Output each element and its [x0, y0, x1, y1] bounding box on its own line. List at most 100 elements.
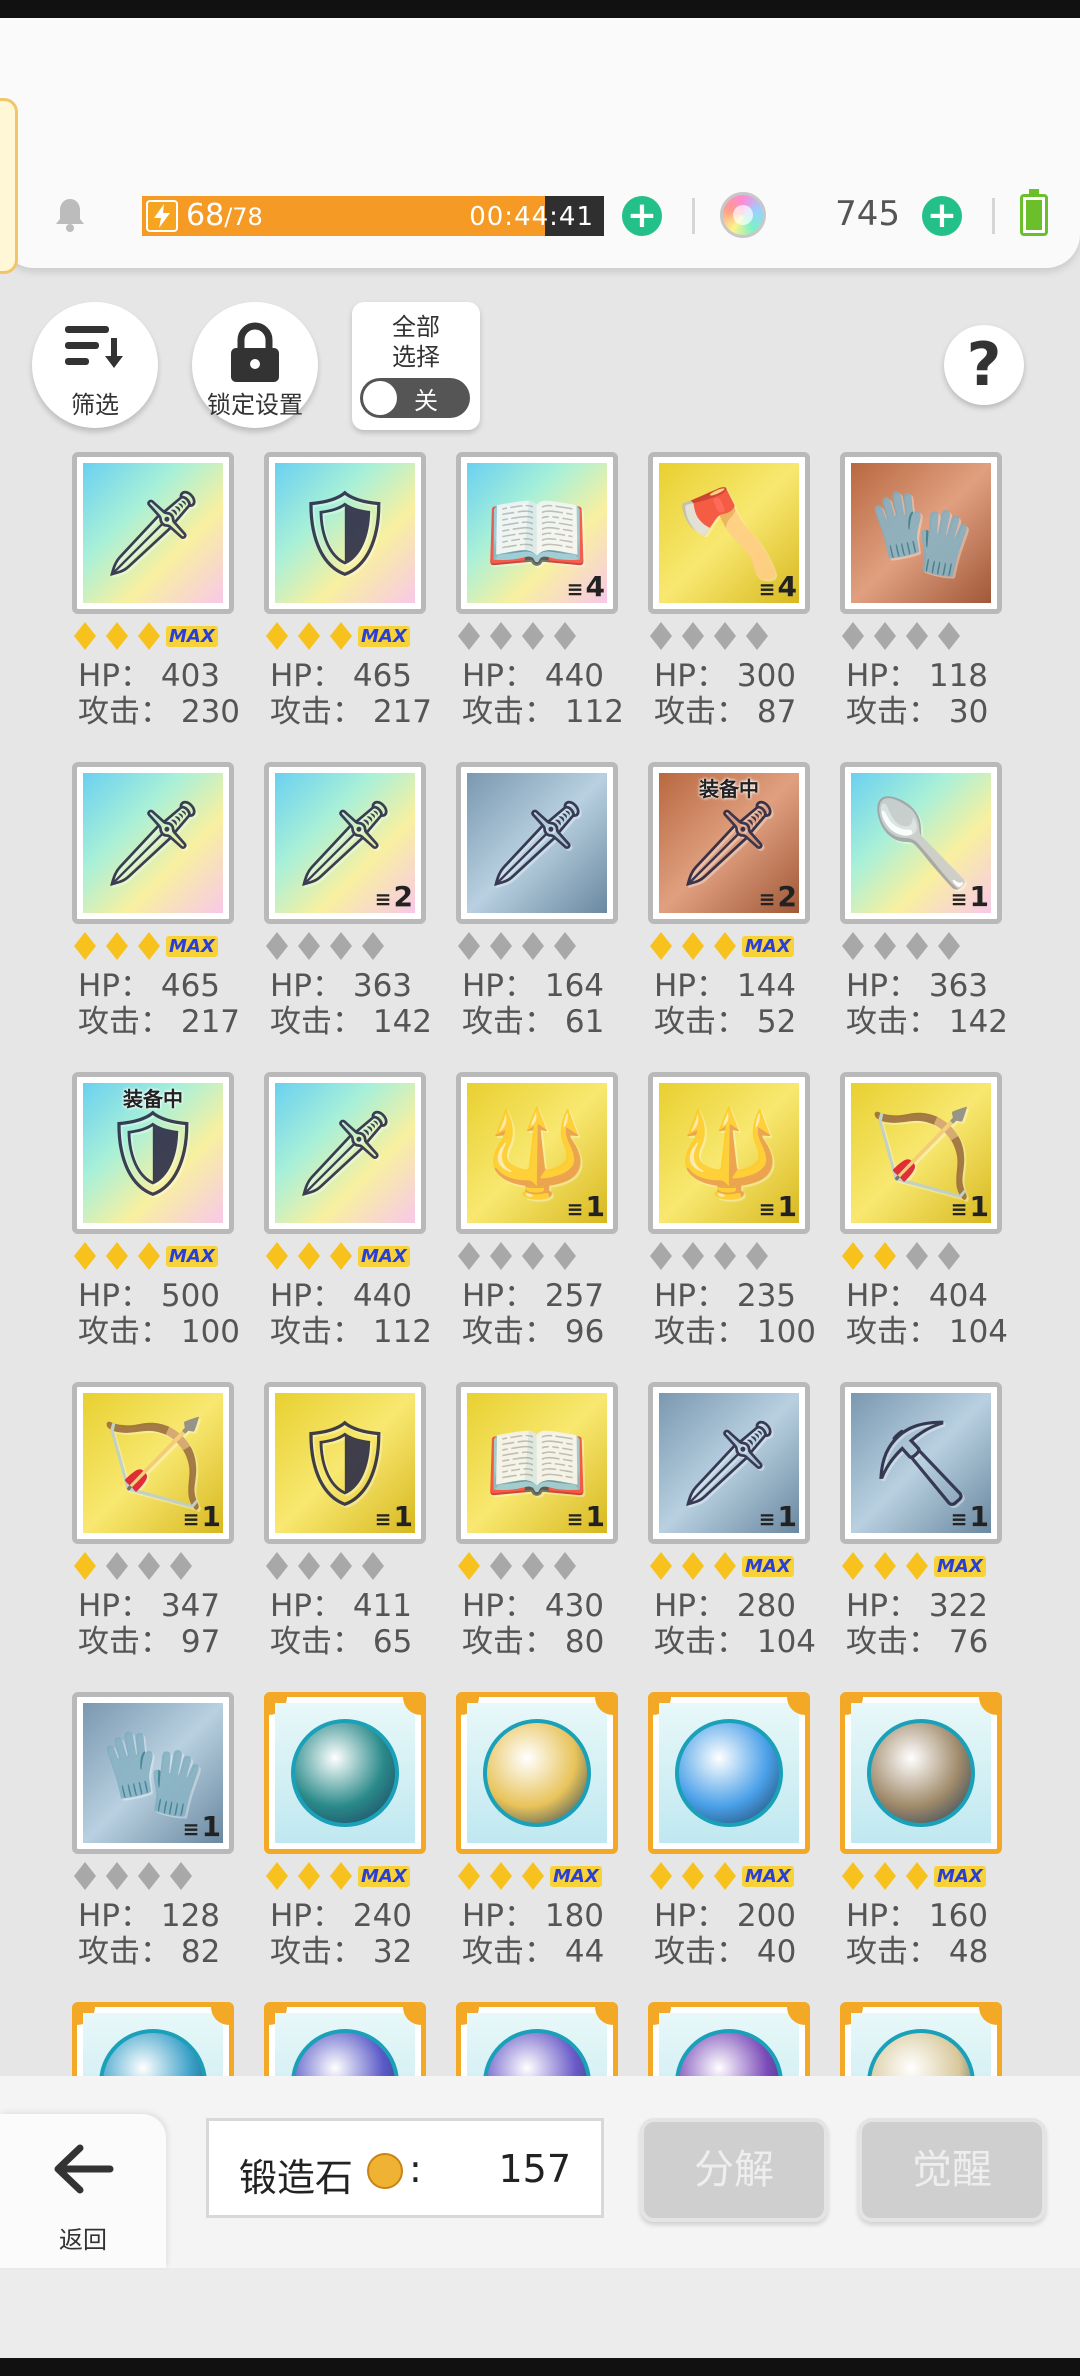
item-card[interactable] [264, 2002, 426, 2076]
item-card[interactable]: 🛡 ≡1 [264, 1382, 426, 1544]
star-icon [906, 932, 928, 960]
star-icon [746, 1242, 768, 1270]
item-attack: 攻击： 142 [846, 1004, 1009, 1040]
item-attack: 攻击： 87 [654, 694, 797, 730]
item-icon: 🗡 [483, 794, 591, 892]
item-card[interactable] [72, 2002, 234, 2076]
item-attack: 攻击： 230 [78, 694, 241, 730]
star-icon [906, 1242, 928, 1270]
item-card[interactable] [840, 2002, 1002, 2076]
item-card[interactable]: 📖 ≡4 [456, 452, 618, 614]
item-card[interactable] [264, 1692, 426, 1854]
item-card[interactable]: 🔱 ≡1 [648, 1072, 810, 1234]
item-icon: 🗡 [291, 1104, 399, 1202]
stack-icon: ≡ [950, 1507, 968, 1531]
stack-icon: ≡ [182, 1817, 200, 1841]
item-card[interactable]: 🥄 ≡1 [840, 762, 1002, 924]
item-card[interactable] [456, 2002, 618, 2076]
star-rating [266, 930, 394, 962]
bottom-strip [0, 2268, 1080, 2358]
item-card[interactable]: 🛡 [264, 452, 426, 614]
star-icon [458, 1862, 480, 1890]
item-card[interactable]: 🔱 ≡1 [456, 1072, 618, 1234]
star-icon [682, 932, 704, 960]
item-card[interactable]: 🛡 装备中 [72, 1072, 234, 1234]
item-attack: 攻击： 104 [654, 1624, 817, 1660]
item-card[interactable] [648, 1692, 810, 1854]
item-attack: 攻击： 61 [462, 1004, 605, 1040]
item-attack: 攻击： 32 [270, 1934, 413, 1970]
star-icon [170, 1862, 192, 1890]
star-rating [842, 1240, 970, 1272]
star-rating [266, 1550, 394, 1582]
item-card[interactable]: 🗡 [456, 762, 618, 924]
star-icon [874, 1552, 896, 1580]
max-badge: MAX [742, 1865, 794, 1887]
item-card[interactable]: 🗡 [264, 1072, 426, 1234]
star-rating: MAX [650, 1550, 794, 1582]
max-badge: MAX [934, 1865, 986, 1887]
star-rating: MAX [842, 1550, 986, 1582]
star-icon [714, 622, 736, 650]
star-icon [938, 1242, 960, 1270]
star-icon [554, 622, 576, 650]
star-icon [458, 1552, 480, 1580]
item-card[interactable]: 🏹 ≡1 [840, 1072, 1002, 1234]
item-card[interactable] [648, 2002, 810, 2076]
item-card[interactable]: 🪓 ≡4 [648, 452, 810, 614]
star-rating: MAX [650, 1860, 794, 1892]
forge-stone-value: 157 [498, 2147, 571, 2191]
decompose-button[interactable]: 分解 [640, 2118, 828, 2222]
item-card[interactable]: 🗡 ≡2 [264, 762, 426, 924]
star-icon [138, 1552, 160, 1580]
star-rating: MAX [266, 1860, 410, 1892]
star-icon [714, 1552, 736, 1580]
star-icon [362, 1552, 384, 1580]
item-count: ≡1 [566, 1500, 605, 1533]
star-icon [298, 1552, 320, 1580]
star-rating: MAX [266, 1240, 410, 1272]
star-icon [842, 622, 864, 650]
item-card[interactable]: 🗡 ≡1 [648, 1382, 810, 1544]
star-icon [490, 622, 512, 650]
item-card[interactable]: 🗡 [72, 452, 234, 614]
max-badge: MAX [358, 1865, 410, 1887]
arrow-left-icon [54, 2144, 114, 2194]
star-icon [74, 1862, 96, 1890]
star-icon [74, 932, 96, 960]
star-rating: MAX [74, 620, 218, 652]
star-rating [458, 930, 586, 962]
item-card[interactable]: 🗡 装备中 ≡2 [648, 762, 810, 924]
max-badge: MAX [550, 1865, 602, 1887]
item-attack: 攻击： 82 [78, 1934, 221, 1970]
item-card[interactable] [840, 1692, 1002, 1854]
star-icon [522, 622, 544, 650]
star-icon [298, 1862, 320, 1890]
star-icon [266, 932, 288, 960]
star-rating [458, 1550, 586, 1582]
star-icon [266, 1862, 288, 1890]
star-icon [746, 622, 768, 650]
item-count: ≡2 [374, 880, 413, 913]
item-card[interactable]: 🏹 ≡1 [72, 1382, 234, 1544]
item-count: ≡1 [566, 1190, 605, 1223]
item-card[interactable]: 📖 ≡1 [456, 1382, 618, 1544]
back-button[interactable]: 返回 [0, 2114, 166, 2268]
star-icon [138, 622, 160, 650]
awaken-button[interactable]: 觉醒 [858, 2118, 1046, 2222]
item-card[interactable]: 🗡 [72, 762, 234, 924]
stack-icon: ≡ [950, 1197, 968, 1221]
item-attack: 攻击： 112 [462, 694, 625, 730]
forge-stone-label: 锻造石 [239, 2156, 354, 2200]
item-card[interactable]: 🧤 [840, 452, 1002, 614]
star-icon [714, 1862, 736, 1890]
star-icon [522, 1552, 544, 1580]
star-icon [906, 622, 928, 650]
star-icon [170, 1552, 192, 1580]
item-card[interactable]: 🧤 ≡1 [72, 1692, 234, 1854]
item-card[interactable]: ⛏ ≡1 [840, 1382, 1002, 1544]
item-card[interactable] [456, 1692, 618, 1854]
stack-icon: ≡ [758, 1197, 776, 1221]
star-icon [74, 1552, 96, 1580]
stack-icon: ≡ [950, 887, 968, 911]
